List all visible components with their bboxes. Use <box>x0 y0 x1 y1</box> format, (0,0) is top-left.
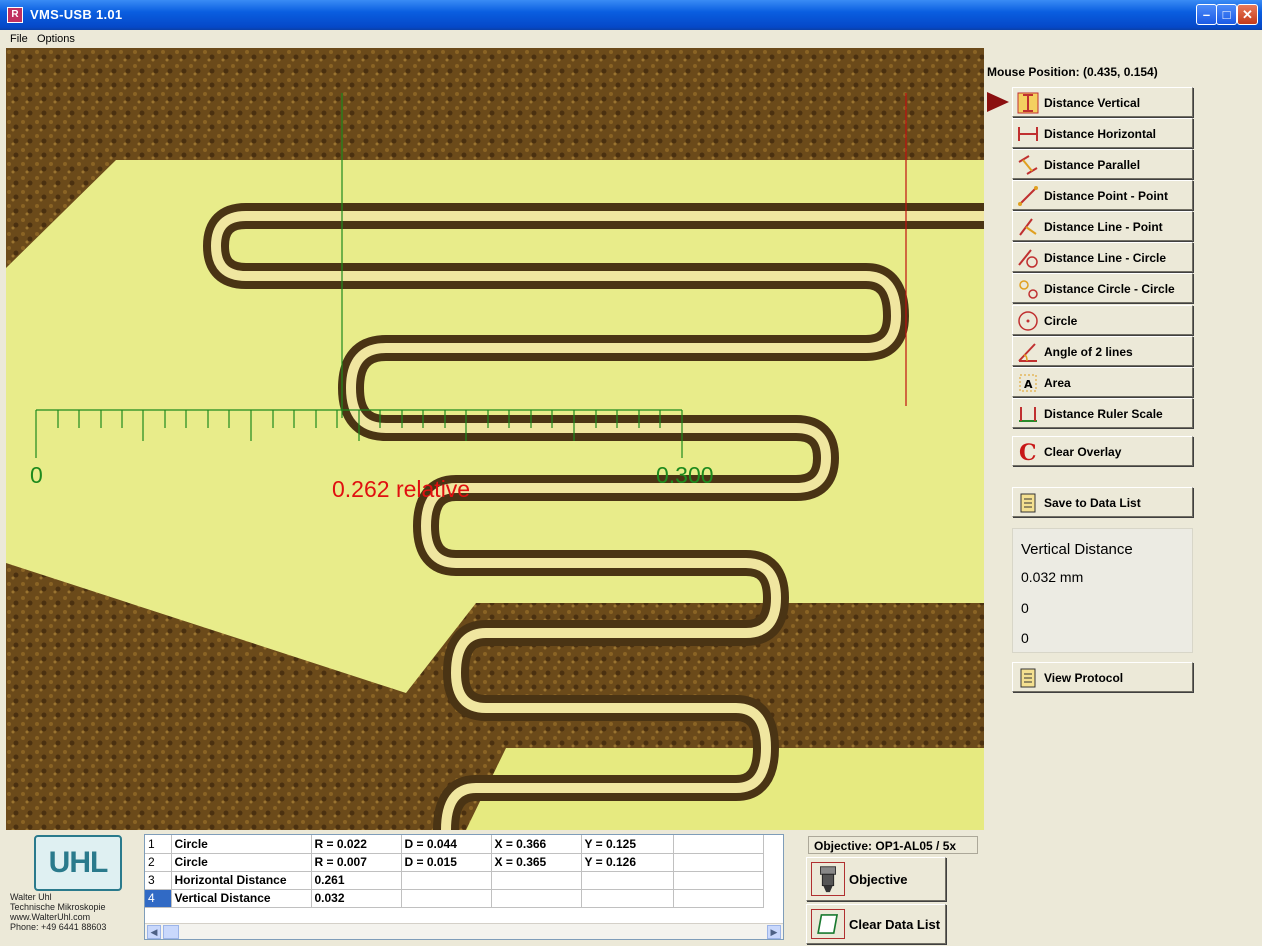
microscope-image[interactable]: 0 0.300 0.262 relative <box>6 48 984 830</box>
result-line-3: 0 <box>1021 630 1029 646</box>
circle-button[interactable]: Circle <box>1012 305 1193 335</box>
angle-of-2-lines-button[interactable]: Angle of 2 lines <box>1012 336 1193 366</box>
angle-icon <box>1018 343 1037 362</box>
data-list-table[interactable]: 1 Circle R = 0.022 D = 0.044 X = 0.366 Y… <box>144 834 784 940</box>
objective-button[interactable]: Objective <box>806 857 946 901</box>
distance-line-point-button[interactable]: Distance Line - Point <box>1012 211 1193 241</box>
table-row[interactable]: 3 Horizontal Distance 0.261 <box>145 871 764 890</box>
menu-file[interactable]: File <box>10 33 28 45</box>
distance-ruler-scale-button[interactable]: Distance Ruler Scale <box>1012 398 1193 428</box>
result-title: Vertical Distance <box>1021 541 1133 558</box>
protocol-icon <box>1020 668 1036 688</box>
distance-vertical-button[interactable]: Distance Vertical <box>1012 87 1193 117</box>
line-point-icon <box>1019 218 1037 236</box>
result-value: 0.032 mm <box>1021 569 1084 585</box>
save-list-icon <box>1020 493 1036 513</box>
vertical-distance-icon <box>1017 92 1039 114</box>
company-logo-box: UHL Walter Uhl Technische Mikroskopie ww… <box>6 830 142 940</box>
menu-bar: File Options <box>0 30 1262 48</box>
distance-parallel-button[interactable]: Distance Parallel <box>1012 149 1193 179</box>
save-to-data-list-button[interactable]: Save to Data List <box>1012 487 1193 517</box>
distance-horizontal-button[interactable]: Distance Horizontal <box>1012 118 1193 148</box>
table-row[interactable]: 1 Circle R = 0.022 D = 0.044 X = 0.366 Y… <box>145 835 764 854</box>
microscope-image-drawing <box>6 48 984 830</box>
clear-data-list-button[interactable]: Clear Data List <box>806 904 946 944</box>
line-circle-icon <box>1018 249 1038 268</box>
ruler-scale-icon <box>1019 407 1037 422</box>
scroll-left-icon[interactable]: ◀ <box>147 925 161 939</box>
circle-circle-icon <box>1019 280 1038 299</box>
company-info: Walter Uhl Technische Mikroskopie www.Wa… <box>10 892 107 932</box>
horizontal-scrollbar[interactable]: ◀ ▶ <box>145 923 783 939</box>
table-row[interactable]: 2 Circle R = 0.007 D = 0.015 X = 0.365 Y… <box>145 853 764 872</box>
clear-list-icon <box>811 909 845 939</box>
measurement-result: Vertical Distance 0.032 mm 0 0 <box>1012 528 1193 653</box>
table-row-selected[interactable]: 4 Vertical Distance 0.032 <box>145 889 764 908</box>
window-title: VMS-USB 1.01 <box>30 7 123 22</box>
distance-line-circle-button[interactable]: Distance Line - Circle <box>1012 242 1193 272</box>
bottom-area: UHL Walter Uhl Technische Mikroskopie ww… <box>0 830 984 946</box>
title-bar: R VMS-USB 1.01 – □ ✕ <box>0 0 1262 30</box>
close-icon[interactable]: ✕ <box>1237 4 1258 25</box>
ruler-start-label: 0 <box>30 462 43 488</box>
area-icon: A <box>1019 374 1037 392</box>
scroll-right-icon[interactable]: ▶ <box>767 925 781 939</box>
horizontal-distance-icon <box>1018 127 1038 141</box>
result-line-2: 0 <box>1021 600 1029 616</box>
objective-label: Objective: OP1-AL05 / 5x <box>808 836 978 854</box>
svg-text:A: A <box>1024 378 1033 391</box>
maximize-icon[interactable]: □ <box>1216 4 1237 25</box>
menu-options[interactable]: Options <box>37 33 75 45</box>
circle-icon <box>1018 311 1038 331</box>
point-point-icon <box>1018 186 1038 206</box>
measure-label: 0.262 relative <box>332 476 471 502</box>
vms-app-icon: R <box>7 7 23 23</box>
view-protocol-button[interactable]: View Protocol <box>1012 662 1193 692</box>
objective-lens-icon <box>811 862 845 896</box>
distance-point-point-button[interactable]: Distance Point - Point <box>1012 180 1193 210</box>
area-button[interactable]: A Area <box>1012 367 1193 397</box>
uhl-logo: UHL <box>34 835 122 891</box>
ruler-end-label: 0.300 <box>656 462 714 488</box>
minimize-icon[interactable]: – <box>1196 4 1217 25</box>
active-tool-arrow-icon <box>987 92 1009 112</box>
scroll-thumb[interactable] <box>163 925 179 939</box>
clear-overlay-icon: C <box>1019 441 1037 463</box>
tool-panel: Mouse Position: (0.435, 0.154) Distance … <box>984 48 1262 946</box>
svg-text:C: C <box>1019 441 1037 463</box>
distance-circle-circle-button[interactable]: Distance Circle - Circle <box>1012 273 1193 303</box>
parallel-distance-icon <box>1018 155 1038 175</box>
clear-overlay-button[interactable]: C Clear Overlay <box>1012 436 1193 466</box>
mouse-position: Mouse Position: (0.435, 0.154) <box>987 65 1158 79</box>
